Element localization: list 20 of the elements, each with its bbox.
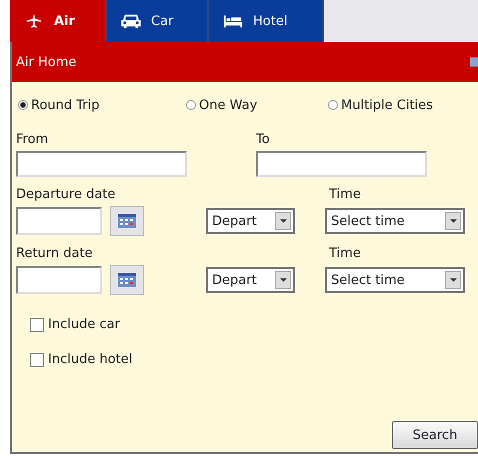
time-label: Time	[329, 246, 361, 261]
header-title: Air Home	[16, 54, 76, 70]
time-label: Time	[329, 187, 361, 202]
trip-type-radio[interactable]: Round Trip	[18, 98, 186, 112]
trip-type-radio[interactable]: Multiple Cities	[328, 98, 433, 112]
option-checkbox[interactable]: Include hotel	[30, 352, 478, 367]
option-checkbox[interactable]: Include car	[30, 317, 478, 332]
depart-dropdown[interactable]: Depart	[206, 267, 295, 293]
tab[interactable]: Air	[10, 0, 107, 42]
date-label: Return date	[16, 246, 94, 261]
field-label: From	[16, 132, 50, 147]
time-dropdown[interactable]: Select time	[325, 208, 465, 234]
field-label: To	[256, 132, 271, 147]
depart-dropdown[interactable]: Depart	[206, 208, 295, 234]
search-button[interactable]: Search	[392, 421, 478, 449]
date-label: Departure date	[16, 187, 116, 202]
trip-type-radio[interactable]: One Way	[186, 98, 328, 112]
tab[interactable]: Hotel	[209, 0, 324, 42]
tab[interactable]: Car	[107, 0, 209, 42]
time-dropdown[interactable]: Select time	[325, 267, 465, 293]
